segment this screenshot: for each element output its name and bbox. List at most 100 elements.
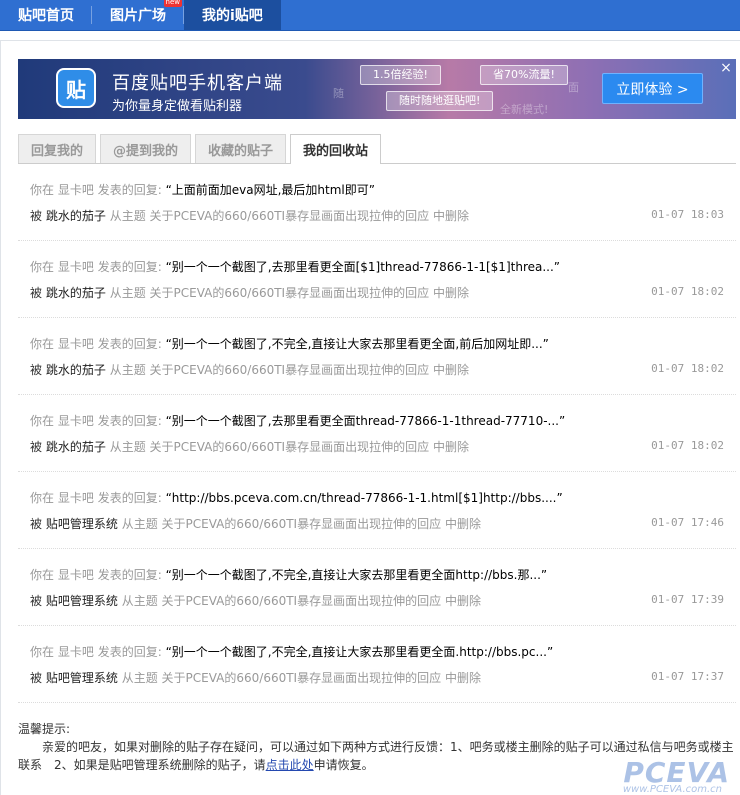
tab-mentions[interactable]: @提到我的	[100, 134, 192, 163]
tips-tail: 申请恢复。	[313, 758, 374, 772]
deleted-text: 中删除	[432, 209, 469, 223]
by-text: 被	[30, 671, 43, 685]
by-text: 被	[30, 440, 43, 454]
deleter-user-link[interactable]: 跳水的茄子	[46, 440, 106, 454]
banner-pill-traffic: 省70%流量!	[480, 65, 568, 85]
reply-summary: 你在 显卡吧 发表的回复: “别一个一个截图了,不完全,直接让大家去那里看更全面…	[30, 335, 549, 352]
action-text: 发表的回复:	[97, 568, 162, 582]
prefix-text: 你在	[30, 568, 55, 582]
list-item: 你在 显卡吧 发表的回复: “别一个一个截图了,去那里看更全面[$1]threa…	[18, 241, 736, 318]
deletion-info: 被 贴吧管理系统 从主题 关于PCEVA的660/660TI暴存显画面出现拉伸的…	[30, 592, 481, 609]
topic-link[interactable]: 关于PCEVA的660/660TI暴存显画面出现拉伸的回应	[162, 517, 442, 531]
nav-picture-square[interactable]: 图片广场 new	[92, 0, 184, 30]
banner-pill-anywhere: 随时随地逛贴吧!	[386, 91, 494, 111]
reply-summary: 你在 显卡吧 发表的回复: “别一个一个截图了,不完全,直接让大家去那里看更全面…	[30, 566, 547, 583]
top-navigation: 贴吧首页 图片广场 new 我的i贴吧	[0, 0, 740, 31]
action-text: 发表的回复:	[97, 183, 162, 197]
deletion-info: 被 贴吧管理系统 从主题 关于PCEVA的660/660TI暴存显画面出现拉伸的…	[30, 515, 481, 532]
deleted-text: 中删除	[444, 594, 481, 608]
deletion-info: 被 跳水的茄子 从主题 关于PCEVA的660/660TI暴存显画面出现拉伸的回…	[30, 361, 469, 378]
tab-recycle-bin[interactable]: 我的回收站	[290, 134, 382, 164]
tieba-app-icon: 贴	[56, 68, 96, 108]
timestamp: 01-07 17:37	[651, 670, 724, 683]
reply-summary: 你在 显卡吧 发表的回复: “上面前面加eva网址,最后加html即可”	[30, 181, 375, 198]
deleter-user-link[interactable]: 贴吧管理系统	[46, 594, 118, 608]
reply-quote[interactable]: “别一个一个截图了,去那里看更全面[$1]thread-77866-1-1[$1…	[166, 260, 560, 274]
forum-link[interactable]: 显卡吧	[58, 337, 94, 351]
deleter-user-link[interactable]: 跳水的茄子	[46, 286, 106, 300]
action-text: 发表的回复:	[97, 337, 162, 351]
forum-link[interactable]: 显卡吧	[58, 183, 94, 197]
from-text: 从主题	[121, 671, 158, 685]
reply-quote[interactable]: “别一个一个截图了,不完全,直接让大家去那里看更全面http://bbs.那..…	[166, 568, 548, 582]
prefix-text: 你在	[30, 645, 55, 659]
reply-quote[interactable]: “别一个一个截图了,不完全,直接让大家去那里看更全面.http://bbs.pc…	[166, 645, 554, 659]
timestamp: 01-07 18:02	[651, 362, 724, 375]
list-item: 你在 显卡吧 发表的回复: “别一个一个截图了,不完全,直接让大家去那里看更全面…	[18, 626, 736, 703]
action-text: 发表的回复:	[97, 491, 162, 505]
banner-pill-exp: 1.5倍经验!	[360, 65, 441, 85]
deleted-text: 中删除	[432, 363, 469, 377]
banner-ghost-text: 全新模式!	[500, 103, 549, 116]
forum-link[interactable]: 显卡吧	[58, 491, 94, 505]
prefix-text: 你在	[30, 414, 55, 428]
topic-link[interactable]: 关于PCEVA的660/660TI暴存显画面出现拉伸的回应	[150, 286, 430, 300]
forum-link[interactable]: 显卡吧	[58, 414, 94, 428]
from-text: 从主题	[109, 209, 146, 223]
deleter-user-link[interactable]: 跳水的茄子	[46, 209, 106, 223]
prefix-text: 你在	[30, 337, 55, 351]
tab-favorites[interactable]: 收藏的贴子	[195, 134, 287, 163]
recycle-bin-list: 你在 显卡吧 发表的回复: “上面前面加eva网址,最后加html即可” 被 跳…	[18, 164, 736, 703]
by-text: 被	[30, 286, 43, 300]
forum-link[interactable]: 显卡吧	[58, 645, 94, 659]
topic-link[interactable]: 关于PCEVA的660/660TI暴存显画面出现拉伸的回应	[162, 594, 442, 608]
by-text: 被	[30, 594, 43, 608]
deleter-user-link[interactable]: 贴吧管理系统	[46, 517, 118, 531]
from-text: 从主题	[121, 517, 158, 531]
action-text: 发表的回复:	[97, 414, 162, 428]
by-text: 被	[30, 363, 43, 377]
deleter-user-link[interactable]: 贴吧管理系统	[46, 671, 118, 685]
action-text: 发表的回复:	[97, 260, 162, 274]
timestamp: 01-07 18:03	[651, 208, 724, 221]
deleter-user-link[interactable]: 跳水的茄子	[46, 363, 106, 377]
topic-link[interactable]: 关于PCEVA的660/660TI暴存显画面出现拉伸的回应	[150, 363, 430, 377]
new-badge: new	[163, 0, 182, 7]
list-item: 你在 显卡吧 发表的回复: “http://bbs.pceva.com.cn/t…	[18, 472, 736, 549]
forum-link[interactable]: 显卡吧	[58, 568, 94, 582]
reply-quote[interactable]: “上面前面加eva网址,最后加html即可”	[166, 183, 375, 197]
nav-tieba-home[interactable]: 贴吧首页	[0, 0, 92, 30]
banner-ghost-text: 随	[333, 87, 344, 100]
forum-link[interactable]: 显卡吧	[58, 260, 94, 274]
close-icon[interactable]: ×	[718, 61, 734, 77]
try-now-button[interactable]: 立即体验 >	[602, 73, 703, 104]
from-text: 从主题	[109, 286, 146, 300]
tab-replies-to-me[interactable]: 回复我的	[18, 134, 97, 163]
deletion-info: 被 贴吧管理系统 从主题 关于PCEVA的660/660TI暴存显画面出现拉伸的…	[30, 669, 481, 686]
timestamp: 01-07 18:02	[651, 285, 724, 298]
topic-link[interactable]: 关于PCEVA的660/660TI暴存显画面出现拉伸的回应	[150, 209, 430, 223]
mobile-client-banner[interactable]: 贴 百度贴吧手机客户端 为你量身定做看贴利器 随 面 全新模式! 1.5倍经验!…	[18, 59, 736, 119]
message-tabs: 回复我的 @提到我的 收藏的贴子 我的回收站	[18, 134, 736, 164]
deletion-info: 被 跳水的茄子 从主题 关于PCEVA的660/660TI暴存显画面出现拉伸的回…	[30, 284, 469, 301]
reply-quote[interactable]: “别一个一个截图了,不完全,直接让大家去那里看更全面,前后加网址即...”	[166, 337, 549, 351]
list-item: 你在 显卡吧 发表的回复: “别一个一个截图了,不完全,直接让大家去那里看更全面…	[18, 318, 736, 395]
deleted-text: 中删除	[444, 671, 481, 685]
prefix-text: 你在	[30, 183, 55, 197]
reply-quote[interactable]: “别一个一个截图了,去那里看更全面thread-77866-1-1thread-…	[166, 414, 566, 428]
nav-label: 我的i贴吧	[202, 8, 263, 24]
from-text: 从主题	[109, 363, 146, 377]
tips-title: 温馨提示:	[18, 722, 71, 736]
reply-summary: 你在 显卡吧 发表的回复: “http://bbs.pceva.com.cn/t…	[30, 489, 563, 506]
restore-request-link[interactable]: 点击此处	[266, 758, 314, 772]
reply-summary: 你在 显卡吧 发表的回复: “别一个一个截图了,去那里看更全面[$1]threa…	[30, 258, 560, 275]
reply-quote[interactable]: “http://bbs.pceva.com.cn/thread-77866-1-…	[166, 491, 563, 505]
banner-ghost-text: 面	[568, 81, 579, 94]
timestamp: 01-07 17:46	[651, 516, 724, 529]
nav-my-itieba[interactable]: 我的i贴吧	[184, 0, 281, 30]
deletion-info: 被 跳水的茄子 从主题 关于PCEVA的660/660TI暴存显画面出现拉伸的回…	[30, 207, 469, 224]
topic-link[interactable]: 关于PCEVA的660/660TI暴存显画面出现拉伸的回应	[162, 671, 442, 685]
by-text: 被	[30, 517, 43, 531]
topic-link[interactable]: 关于PCEVA的660/660TI暴存显画面出现拉伸的回应	[150, 440, 430, 454]
list-item: 你在 显卡吧 发表的回复: “别一个一个截图了,不完全,直接让大家去那里看更全面…	[18, 549, 736, 626]
